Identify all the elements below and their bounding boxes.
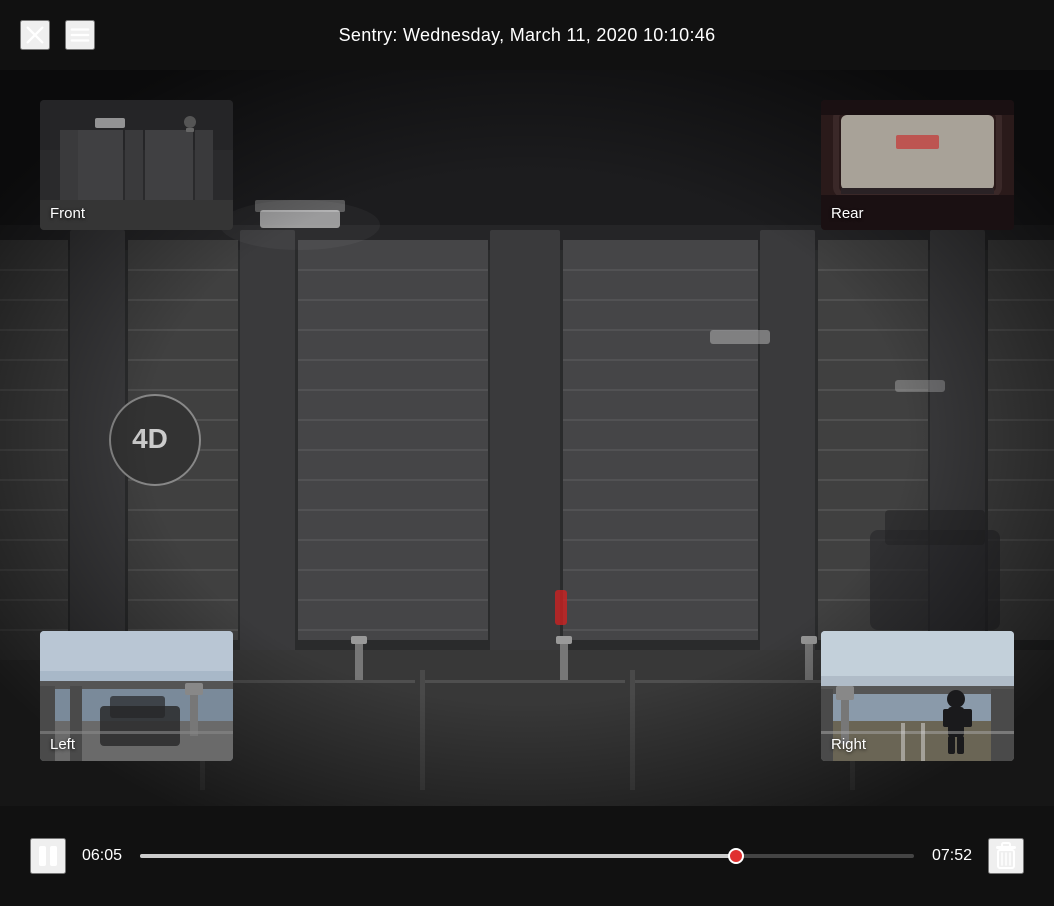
delete-button[interactable] [988,838,1024,874]
header-title: Sentry: Wednesday, March 11, 2020 10:10:… [339,25,716,46]
progress-fill [140,854,736,858]
thumbnail-front[interactable]: Front [40,100,233,230]
time-current: 06:05 [82,847,124,865]
progress-bar[interactable] [140,854,914,858]
pause-icon [35,843,61,869]
thumbnail-rear[interactable]: Rear [821,100,1014,230]
play-pause-button[interactable] [30,838,66,874]
thumbnail-right-label: Right [831,736,866,753]
thumbnail-left-label: Left [50,736,75,753]
thumbnail-left[interactable]: Left [40,631,233,761]
video-area: 4D [0,70,1054,806]
trash-icon [993,842,1019,870]
header-bar: Sentry: Wednesday, March 11, 2020 10:10:… [0,0,1054,70]
thumbnail-right[interactable]: Right [821,631,1014,761]
close-button[interactable] [20,20,50,50]
close-icon [24,24,46,46]
time-total: 07:52 [930,847,972,865]
thumbnail-rear-label: Rear [831,205,864,222]
menu-button[interactable] [65,20,95,50]
menu-icon [69,24,91,46]
progress-thumb [728,848,744,864]
controls-bar: 06:05 07:52 [0,806,1054,906]
thumbnail-front-label: Front [50,205,85,222]
